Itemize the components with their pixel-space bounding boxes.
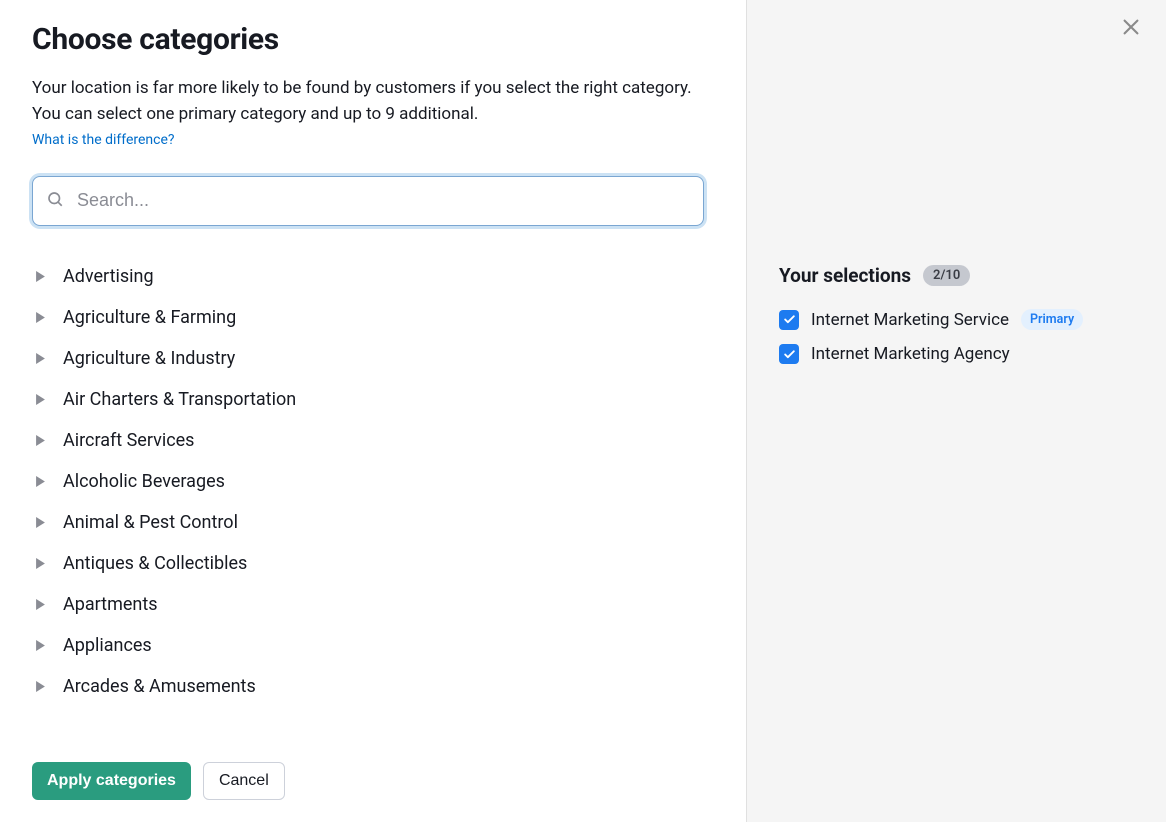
- category-label: Appliances: [63, 635, 152, 656]
- selection-checkbox[interactable]: [779, 310, 799, 330]
- caret-right-icon: [36, 636, 45, 655]
- selection-item: Internet Marketing Service Primary: [779, 309, 1134, 330]
- category-item[interactable]: Alcoholic Beverages: [32, 461, 696, 502]
- category-label: Agriculture & Farming: [63, 307, 236, 328]
- selections-count-badge: 2/10: [923, 265, 970, 286]
- category-label: Aircraft Services: [63, 430, 194, 451]
- selection-checkbox[interactable]: [779, 344, 799, 364]
- cancel-button[interactable]: Cancel: [203, 762, 285, 800]
- close-button[interactable]: [1116, 14, 1146, 44]
- category-item[interactable]: Appliances: [32, 625, 696, 666]
- selections-header: Your selections 2/10: [779, 264, 1134, 287]
- category-item[interactable]: Aircraft Services: [32, 420, 696, 461]
- caret-right-icon: [36, 554, 45, 573]
- caret-right-icon: [36, 472, 45, 491]
- caret-right-icon: [36, 677, 45, 696]
- apply-button[interactable]: Apply categories: [32, 762, 191, 800]
- page-title: Choose categories: [32, 22, 746, 57]
- category-list[interactable]: Advertising Agriculture & Farming Agricult…: [32, 256, 700, 742]
- caret-right-icon: [36, 267, 45, 286]
- category-label: Agriculture & Industry: [63, 348, 235, 369]
- selection-label: Internet Marketing Service: [811, 310, 1009, 330]
- help-link[interactable]: What is the difference?: [32, 132, 746, 148]
- caret-right-icon: [36, 349, 45, 368]
- category-item[interactable]: Air Charters & Transportation: [32, 379, 696, 420]
- selection-label: Internet Marketing Agency: [811, 344, 1010, 364]
- category-label: Air Charters & Transportation: [63, 389, 296, 410]
- right-panel: Your selections 2/10 Internet Marketing …: [746, 0, 1166, 822]
- selections-title: Your selections: [779, 264, 911, 287]
- category-label: Advertising: [63, 266, 154, 287]
- selections-list: Internet Marketing ServicePrimaryInterne…: [779, 309, 1134, 364]
- category-item[interactable]: Agriculture & Farming: [32, 297, 696, 338]
- caret-right-icon: [36, 390, 45, 409]
- selection-item: Internet Marketing Agency: [779, 344, 1134, 364]
- page-description: Your location is far more likely to be f…: [32, 75, 712, 128]
- category-label: Animal & Pest Control: [63, 512, 238, 533]
- search-input[interactable]: [32, 176, 704, 226]
- category-label: Arcades & Amusements: [63, 676, 256, 697]
- category-item[interactable]: Antiques & Collectibles: [32, 543, 696, 584]
- search-container: [32, 176, 704, 226]
- caret-right-icon: [36, 308, 45, 327]
- category-item[interactable]: Advertising: [32, 256, 696, 297]
- category-label: Apartments: [63, 594, 158, 615]
- category-item[interactable]: Arcades & Amusements: [32, 666, 696, 707]
- category-item[interactable]: Animal & Pest Control: [32, 502, 696, 543]
- category-label: Antiques & Collectibles: [63, 553, 247, 574]
- category-item[interactable]: Agriculture & Industry: [32, 338, 696, 379]
- primary-badge: Primary: [1021, 309, 1083, 330]
- check-icon: [783, 313, 796, 326]
- left-panel: Choose categories Your location is far m…: [0, 0, 746, 822]
- category-item[interactable]: Apartments: [32, 584, 696, 625]
- caret-right-icon: [36, 513, 45, 532]
- close-icon: [1120, 16, 1142, 42]
- category-label: Alcoholic Beverages: [63, 471, 225, 492]
- caret-right-icon: [36, 595, 45, 614]
- caret-right-icon: [36, 431, 45, 450]
- check-icon: [783, 348, 796, 361]
- search-icon: [46, 190, 64, 212]
- footer-actions: Apply categories Cancel: [32, 742, 746, 800]
